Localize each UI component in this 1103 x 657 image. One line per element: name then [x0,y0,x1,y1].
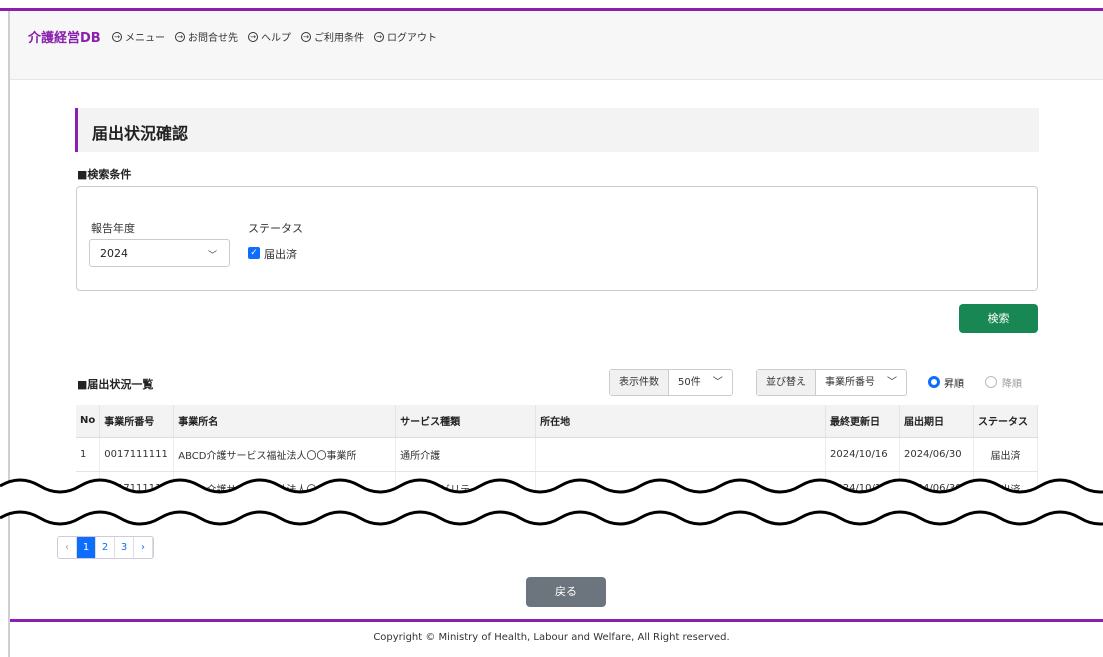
copyright-text: Copyright © Ministry of Health, Labour a… [373,632,730,643]
search-button[interactable]: 検索 [959,304,1038,333]
list-section-label: ■届出状況一覧 [77,378,154,391]
frame-border [8,11,10,657]
year-label: 報告年度 [91,222,135,235]
chevron-down-icon: ﹀ [208,251,218,261]
col-no: No [76,405,101,438]
pagination-page-1[interactable]: 1 [77,537,96,558]
wave-break-divider [0,478,1103,526]
page-size-select[interactable]: 50件 ﹀ [669,370,732,395]
sort-label: 並び替え [757,370,816,395]
sort-select[interactable]: 事業所番号 ﹀ [816,370,906,395]
pagination: ‹ 1 2 3 › [57,536,154,559]
nav-contact-link[interactable]: → お問合せ先 [175,29,238,44]
table-header-row: No 事業所番号 事業所名 サービス種類 所在地 最終更新日 届出期日 ステータ… [76,405,1039,438]
search-section-label: ■検索条件 [77,168,132,181]
col-office-name: 事業所名 [173,405,397,438]
status-label: ステータス [248,222,303,235]
nav-help-link[interactable]: → ヘルプ [248,29,291,44]
pagination-page-3[interactable]: 3 [115,537,134,558]
footer-accent-bar [10,619,1103,622]
chevron-down-icon: ﹀ [887,377,897,388]
back-button[interactable]: 戻る [526,577,606,607]
page-title: 届出状況確認 [92,124,189,143]
pagination-next[interactable]: › [134,537,153,558]
arrow-circle-icon: → [248,31,258,42]
pagination-prev[interactable]: ‹ [58,537,77,558]
order-desc-label: 降順 [1002,379,1022,390]
brand-logo[interactable]: 介護経営DB [28,27,101,46]
col-service-type: サービス種類 [395,405,537,438]
status-checkbox-label: 届出済 [264,248,297,261]
col-status: ステータス [973,405,1039,438]
nav-menu-link[interactable]: → メニュー [112,29,165,44]
page-title-bar: 届出状況確認 [75,108,1039,152]
table-row[interactable]: 1 0017111111 ABCD介護サービス福祉法人〇〇事業所 通所介護 20… [76,437,1039,472]
status-checkbox[interactable]: ✓ [248,247,260,259]
arrow-circle-icon: → [374,31,384,42]
header [10,11,1103,80]
col-office-number: 事業所番号 [99,405,175,438]
sort-control[interactable]: 並び替え 事業所番号 ﹀ [756,369,907,396]
chevron-down-icon: ﹀ [712,377,723,388]
page-size-label: 表示件数 [610,370,669,395]
nav-terms-link[interactable]: → ご利用条件 [301,29,364,44]
nav-logout-link[interactable]: → ログアウト [374,29,437,44]
order-desc-radio[interactable] [985,376,997,388]
arrow-circle-icon: → [112,31,122,42]
arrow-circle-icon: → [175,31,185,42]
col-due-date: 届出期日 [899,405,974,438]
col-address: 所在地 [535,405,826,438]
col-last-updated: 最終更新日 [825,405,900,438]
pagination-page-2[interactable]: 2 [96,537,115,558]
order-asc-radio[interactable] [928,376,940,388]
arrow-circle-icon: → [301,31,311,42]
nav-menu: → メニュー → お問合せ先 → ヘルプ → ご利用条件 → ログアウト [112,29,437,44]
order-asc-label: 昇順 [944,379,964,390]
page-size-control[interactable]: 表示件数 50件 ﹀ [609,369,733,396]
